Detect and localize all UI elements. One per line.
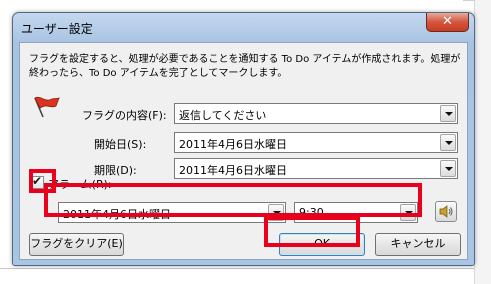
reminder-time-combo[interactable]: 9:30 [294, 202, 418, 223]
custom-dialog: ユーザー設定 ✕ フラグを設定すると、処理が必要であることを通知する To Do… [12, 12, 475, 266]
reminder-checkbox[interactable]: ✔ [31, 174, 44, 189]
cancel-button[interactable]: キャンセル [375, 233, 461, 256]
chevron-down-icon[interactable] [440, 160, 456, 177]
reminder-sound-button[interactable] [435, 201, 457, 222]
clear-flag-button[interactable]: フラグをクリア(E) [29, 233, 124, 256]
checkmark-icon: ✔ [32, 174, 43, 188]
flag-to-label: フラグの内容(F): [82, 109, 167, 122]
speaker-icon [439, 205, 453, 218]
dialog-title: ユーザー設定 [21, 22, 93, 36]
flag-to-combo[interactable]: 返信してください [174, 103, 458, 124]
description-text: フラグを設定すると、処理が必要であることを通知する To Do アイテムが作成さ… [29, 54, 461, 79]
background-divider [0, 268, 474, 269]
reminder-label: アラーム(R): [48, 178, 112, 191]
due-date-combo[interactable]: 2011年4月6日水曜日 [174, 158, 458, 179]
ok-button[interactable]: OK [279, 233, 365, 256]
chevron-down-icon[interactable] [440, 134, 456, 151]
red-flag-icon [34, 96, 60, 118]
chevron-down-icon[interactable] [268, 204, 284, 221]
start-date-value: 2011年4月6日水曜日 [179, 138, 287, 151]
chevron-down-icon[interactable] [400, 204, 416, 221]
reminder-time-value: 9:30 [299, 206, 324, 219]
flag-to-value: 返信してください [179, 109, 267, 122]
background-panel [474, 0, 491, 284]
start-date-combo[interactable]: 2011年4月6日水曜日 [174, 132, 458, 153]
close-button[interactable]: ✕ [426, 13, 469, 32]
chevron-down-icon[interactable] [440, 105, 456, 122]
dialog-body: フラグを設定すると、処理が必要であることを通知する To Do アイテムが作成さ… [19, 42, 468, 260]
reminder-date-value: 2011年4月6日水曜日 [63, 208, 171, 221]
due-date-value: 2011年4月6日水曜日 [179, 164, 287, 177]
start-date-label: 開始日(S): [94, 138, 147, 151]
reminder-date-combo[interactable]: 2011年4月6日水曜日 [58, 202, 286, 223]
